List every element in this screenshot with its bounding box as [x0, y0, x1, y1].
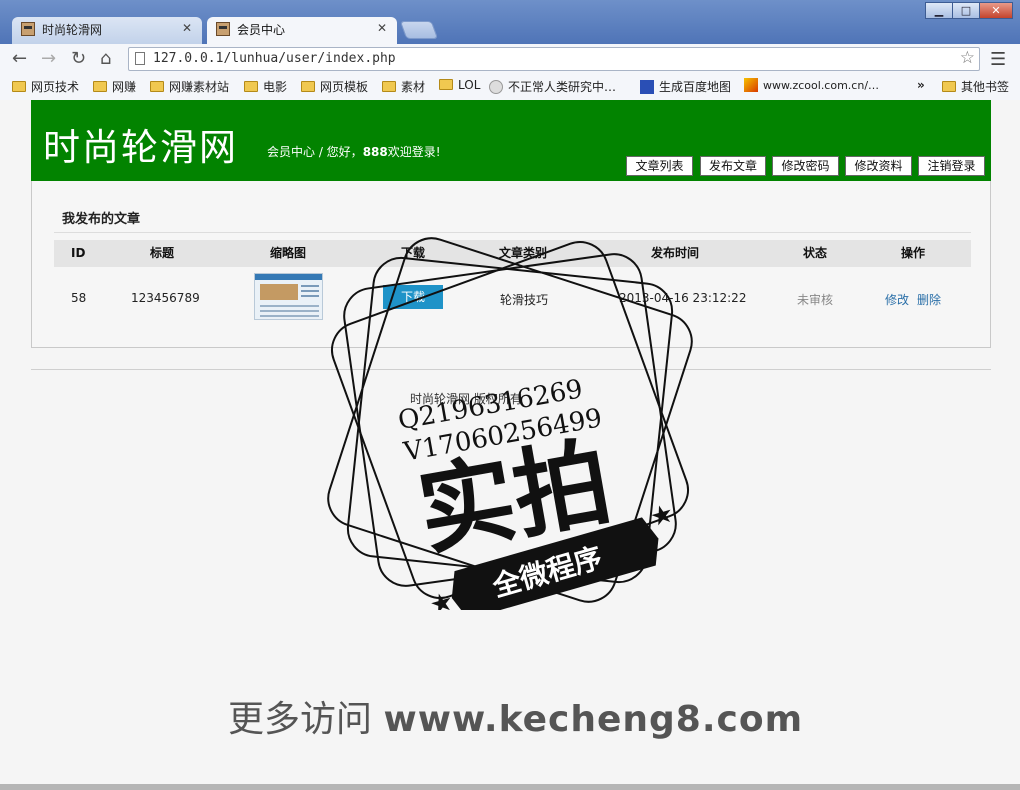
bookmark-item[interactable]: 生成百度地图: [640, 78, 731, 95]
cell-title: 123456789: [131, 291, 200, 305]
address-bar[interactable]: 127.0.0.1/lunhua/user/index.php ☆: [128, 47, 980, 71]
browser-toolbar: ← → ↻ ⌂ 127.0.0.1/lunhua/user/index.php …: [0, 44, 1020, 74]
bookmark-item[interactable]: 网页模板: [301, 78, 368, 95]
reload-icon[interactable]: ↻: [71, 48, 86, 70]
bookmark-item[interactable]: LOL: [439, 78, 480, 92]
other-bookmarks[interactable]: 其他书签: [942, 78, 1009, 95]
nav-change-password-button[interactable]: 修改密码: [772, 156, 839, 176]
col-header-status: 状态: [803, 246, 828, 260]
watermark-stamp: Q2196316269 V17060256499 实拍 全微程序 ★ ★: [327, 237, 693, 610]
bookmark-item[interactable]: 电影: [244, 78, 287, 95]
folder-icon: [439, 79, 453, 90]
col-header-title: 标题: [150, 246, 175, 260]
nav-edit-profile-button[interactable]: 修改资料: [845, 156, 912, 176]
section-title: 我发布的文章: [62, 212, 141, 227]
bookmark-item[interactable]: 素材: [382, 78, 425, 95]
bookmarks-bar: 网页技术 网赚 网赚素材站 电影 网页模板 素材 LOL 不正常人类研究中… 生…: [0, 74, 1020, 101]
page-viewport: 时尚轮滑网 会员中心 / 您好，888欢迎登录! 文章列表 发布文章 修改密码 …: [0, 100, 1020, 790]
folder-icon: [382, 81, 396, 92]
col-header-thumbnail: 缩略图: [270, 246, 307, 260]
site-favicon-icon: [21, 22, 35, 36]
browser-titlebar: 时尚轮滑网 ✕ 会员中心 ✕ ▁ □ ✕: [0, 0, 1020, 44]
tab-close-icon[interactable]: ✕: [377, 21, 387, 35]
username: 888: [362, 145, 388, 159]
tab-label: 会员中心: [237, 23, 286, 37]
browser-menu-icon[interactable]: ☰: [990, 49, 1006, 70]
col-header-id: ID: [71, 246, 86, 260]
bookmarks-overflow-chevron[interactable]: »: [917, 78, 925, 92]
site-favicon-icon: [216, 22, 230, 36]
bookmark-item[interactable]: 网赚素材站: [150, 78, 229, 95]
folder-icon: [12, 81, 26, 92]
bookmark-item[interactable]: 不正常人类研究中…: [489, 78, 616, 95]
new-tab-button[interactable]: [399, 21, 439, 39]
baidu-paw-icon: [640, 80, 654, 94]
browser-tab-2[interactable]: 会员中心 ✕: [207, 17, 397, 44]
site-header: 时尚轮滑网 会员中心 / 您好，888欢迎登录! 文章列表 发布文章 修改密码 …: [31, 100, 991, 181]
col-header-actions: 操作: [901, 246, 926, 260]
back-arrow-icon[interactable]: ←: [12, 48, 27, 70]
folder-icon: [150, 81, 164, 92]
edit-link[interactable]: 修改: [885, 291, 909, 308]
bookmark-star-icon[interactable]: ☆: [960, 48, 975, 68]
home-icon[interactable]: ⌂: [100, 48, 111, 70]
forward-arrow-icon[interactable]: →: [41, 48, 56, 70]
folder-icon: [93, 81, 107, 92]
folder-icon: [301, 81, 315, 92]
tab-close-icon[interactable]: ✕: [182, 21, 192, 35]
bottom-edge: [0, 784, 1020, 790]
article-thumbnail[interactable]: [254, 273, 323, 320]
bookmark-item[interactable]: 网赚: [93, 78, 136, 95]
folder-icon: [244, 81, 258, 92]
tab-label: 时尚轮滑网: [42, 23, 103, 37]
nav-publish-article-button[interactable]: 发布文章: [700, 156, 766, 176]
site-icon: [489, 80, 503, 94]
browser-tab-1[interactable]: 时尚轮滑网 ✕: [12, 17, 202, 44]
welcome-text: 会员中心 / 您好，888欢迎登录!: [267, 145, 441, 159]
cell-status: 未审核: [797, 293, 834, 307]
window-close-button[interactable]: ✕: [979, 2, 1013, 19]
bookmark-item[interactable]: www.zcool.com.cn/…: [744, 78, 879, 92]
site-title: 时尚轮滑网: [43, 126, 238, 169]
page-icon: [135, 52, 145, 65]
window-minimize-button[interactable]: ▁: [925, 2, 953, 19]
cell-id: 58: [71, 291, 87, 305]
delete-link[interactable]: 删除: [917, 291, 941, 308]
promo-banner: 更多访问 www.kecheng8.com: [228, 699, 804, 740]
bookmark-item[interactable]: 网页技术: [12, 78, 79, 95]
nav-logout-button[interactable]: 注销登录: [918, 156, 985, 176]
promo-url: www.kecheng8.com: [383, 699, 804, 740]
zcool-icon: [744, 78, 758, 92]
nav-article-list-button[interactable]: 文章列表: [626, 156, 693, 176]
folder-icon: [942, 81, 956, 92]
url-text: 127.0.0.1/lunhua/user/index.php: [153, 51, 396, 66]
window-maximize-button[interactable]: □: [952, 2, 980, 19]
